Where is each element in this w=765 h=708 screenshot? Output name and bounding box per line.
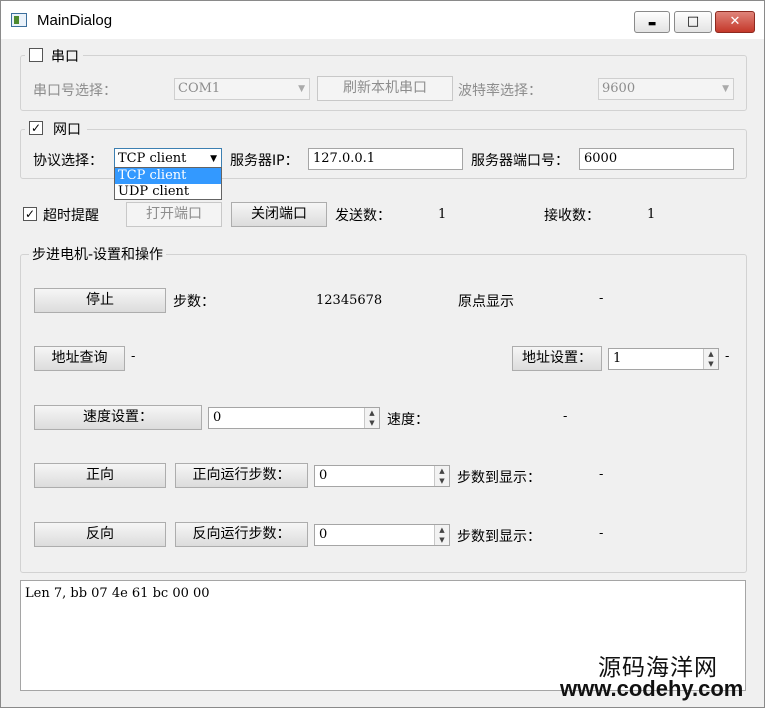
network-checkbox-label: 网口 [53,122,81,138]
recv-count-label: 接收数： [544,208,600,224]
speed-spinbox[interactable]: 0 ▲ ▼ [208,407,380,429]
minimize-icon: ▬ [647,19,657,29]
sent-count-value: 1 [438,207,447,222]
steps-value: 12345678 [316,293,383,308]
forward-steps-input: 0 [319,468,328,483]
protocol-label: 协议选择： [33,153,103,169]
reverse-button[interactable]: 反向 [34,522,166,547]
serial-port-value: COM1 [178,81,221,96]
reverse-steps-input: 0 [319,527,328,542]
server-port-input[interactable]: 6000 [579,148,734,170]
address-query-button[interactable]: 地址查询 [34,346,125,371]
timeout-checkbox[interactable]: ✓ [23,207,37,221]
maximize-icon: □ [686,14,700,29]
stop-button[interactable]: 停止 [34,288,166,313]
chevron-down-icon: ▼ [298,84,305,94]
protocol-value: TCP client [118,151,187,166]
reverse-steps-spinbox[interactable]: 0 ▲ ▼ [314,524,450,546]
serial-group-header: 串口 [25,46,83,66]
sent-count-label: 发送数： [335,208,391,224]
window-title: MainDialog [37,12,113,29]
serial-checkbox-label: 串口 [51,49,79,65]
speed-input: 0 [213,410,222,425]
baud-rate-label: 波特率选择： [458,83,542,99]
origin-label: 原点显示 [458,294,514,310]
reverse-reached-label: 步数到显示： [457,529,541,545]
protocol-dropdown-list[interactable]: TCP client UDP client [114,167,222,200]
serial-port-select[interactable]: COM1 ▼ [174,78,310,100]
forward-steps-spinbox[interactable]: 0 ▲ ▼ [314,465,450,487]
check-icon: ✓ [30,121,42,135]
reverse-reached-value: - [599,526,604,541]
network-group-header: ✓ 网口 [25,119,87,139]
spin-arrows-icon[interactable]: ▲ ▼ [703,349,718,369]
main-dialog-window: MainDialog ▬ □ ✕ 串口 串口号选择： COM1 ▼ 刷新本机串口… [0,0,765,708]
server-ip-label: 服务器IP： [230,153,299,169]
minimize-button[interactable]: ▬ [634,11,670,33]
spin-arrows-icon[interactable]: ▲ ▼ [434,525,449,545]
recv-count-value: 1 [647,207,656,222]
close-port-button[interactable]: 关闭端口 [231,202,327,227]
stepper-group-title: 步进电机-设置和操作 [29,244,167,264]
serial-checkbox[interactable] [29,48,43,62]
baud-rate-value: 9600 [602,81,636,96]
server-ip-input[interactable]: 127.0.0.1 [308,148,463,170]
address-set-value: - [725,349,730,364]
chevron-down-icon: ▼ [722,84,729,94]
open-port-button[interactable]: 打开端口 [126,202,222,227]
protocol-option[interactable]: UDP client [115,184,221,200]
forward-reached-label: 步数到显示： [457,470,541,486]
server-port-label: 服务器端口号： [471,153,569,169]
close-button[interactable]: ✕ [715,11,755,33]
close-icon: ✕ [729,14,741,29]
speed-value: - [563,409,568,424]
protocol-option[interactable]: TCP client [115,168,221,184]
address-query-value: - [131,349,136,364]
address-set-input: 1 [613,351,622,366]
address-set-spinbox[interactable]: 1 ▲ ▼ [608,348,719,370]
forward-button[interactable]: 正向 [34,463,166,488]
spin-arrows-icon[interactable]: ▲ ▼ [364,408,379,428]
steps-label: 步数： [173,294,215,310]
forward-steps-button[interactable]: 正向运行步数： [175,463,308,488]
timeout-label: 超时提醒 [43,208,99,224]
maximize-button[interactable]: □ [674,11,712,33]
baud-rate-select[interactable]: 9600 ▼ [598,78,734,100]
app-icon [11,13,27,27]
check-icon: ✓ [24,207,36,221]
forward-reached-value: - [599,467,604,482]
serial-port-label: 串口号选择： [33,83,117,99]
address-set-button[interactable]: 地址设置： [512,346,602,371]
speed-label: 速度： [387,412,429,428]
refresh-ports-button[interactable]: 刷新本机串口 [317,76,453,101]
speed-set-button[interactable]: 速度设置： [34,405,202,430]
reverse-steps-button[interactable]: 反向运行步数： [175,522,308,547]
spin-arrows-icon[interactable]: ▲ ▼ [434,466,449,486]
watermark-url: www.codehy.com [560,676,744,701]
title-bar: MainDialog ▬ □ ✕ [1,1,764,39]
chevron-down-icon: ▼ [210,154,217,164]
origin-value: - [599,291,604,306]
network-checkbox[interactable]: ✓ [29,121,43,135]
